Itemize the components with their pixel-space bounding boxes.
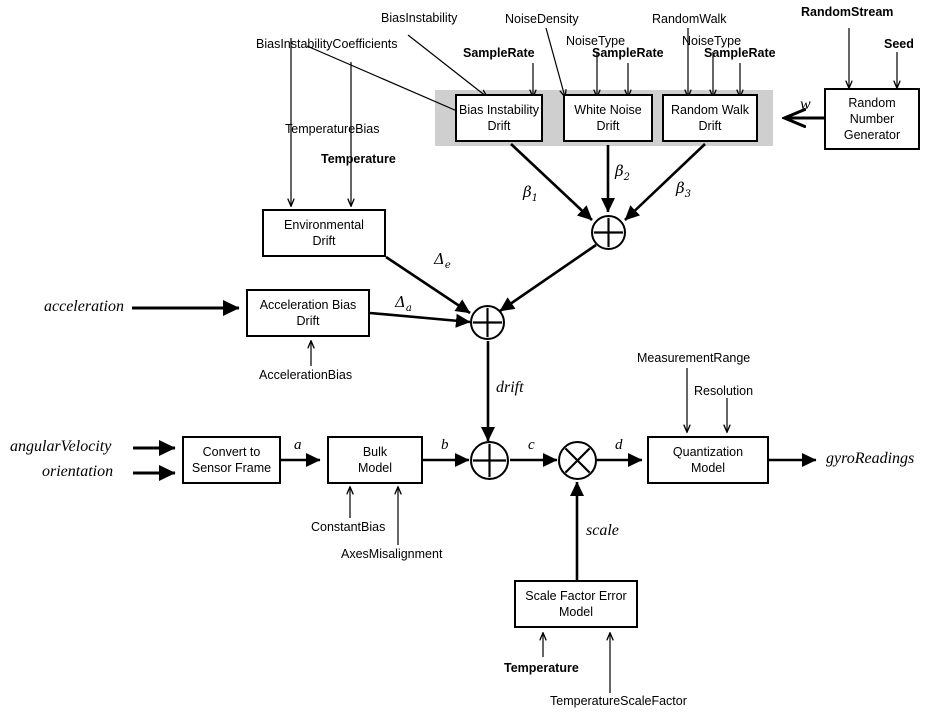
block-random-number-generator-label: Random Number Generator — [843, 95, 901, 143]
param-bias-instability-coefficients: BiasInstabilityCoefficients — [256, 37, 398, 51]
block-random-walk-drift-label: Random Walk Drift — [670, 102, 750, 133]
signal-a: a — [294, 437, 302, 453]
param-sample-rate-3: SampleRate — [704, 46, 776, 60]
signal-b: b — [441, 437, 449, 453]
signal-beta1: β1 — [523, 183, 539, 204]
block-bulk-model[interactable]: Bulk Model — [327, 436, 423, 484]
summation-node-drift-noise[interactable] — [591, 215, 626, 250]
signal-drift: drift — [496, 379, 524, 396]
plus-glyph-icon — [593, 217, 624, 248]
block-acceleration-bias-drift-label: Acceleration Bias Drift — [259, 297, 357, 328]
param-axes-misalignment: AxesMisalignment — [341, 547, 443, 561]
block-scale-factor-error-model[interactable]: Scale Factor Error Model — [514, 580, 638, 628]
signal-acceleration: acceleration — [44, 298, 124, 315]
block-quantization-model-label: Quantization Model — [672, 444, 744, 475]
param-resolution: Resolution — [694, 384, 754, 398]
block-random-walk-drift[interactable]: Random Walk Drift — [662, 94, 758, 142]
plus-glyph-icon — [472, 307, 503, 338]
param-bias-instability: BiasInstability — [381, 11, 458, 25]
block-bulk-model-label: Bulk Model — [357, 444, 393, 475]
block-environmental-drift[interactable]: Environmental Drift — [262, 209, 386, 257]
signal-delta-a: Δa — [395, 293, 412, 314]
param-sample-rate-1: SampleRate — [463, 46, 535, 60]
param-seed: Seed — [884, 37, 914, 51]
param-acceleration-bias: AccelerationBias — [259, 368, 353, 382]
block-bias-instability-drift[interactable]: Bias Instability Drift — [455, 94, 543, 142]
block-scale-factor-error-model-label: Scale Factor Error Model — [525, 588, 627, 619]
signal-scale: scale — [586, 522, 619, 539]
signal-c: c — [528, 437, 535, 453]
block-environmental-drift-label: Environmental Drift — [284, 217, 364, 248]
param-constant-bias: ConstantBias — [311, 520, 386, 534]
signal-orientation: orientation — [42, 463, 114, 480]
multiply-glyph-icon — [564, 447, 591, 474]
param-sample-rate-2: SampleRate — [592, 46, 664, 60]
param-random-stream: RandomStream — [801, 5, 894, 19]
param-noise-density: NoiseDensity — [505, 12, 579, 26]
signal-gyro-readings: gyroReadings — [826, 450, 915, 467]
block-acceleration-bias-drift[interactable]: Acceleration Bias Drift — [246, 289, 370, 337]
param-random-walk: RandomWalk — [652, 12, 727, 26]
block-diagram-canvas: Bias Instability Drift White Noise Drift… — [0, 0, 934, 714]
param-temperature-2: Temperature — [504, 661, 579, 675]
plus-glyph-icon — [472, 443, 507, 478]
summation-node-signal-plus-drift[interactable] — [470, 441, 509, 480]
block-quantization-model[interactable]: Quantization Model — [647, 436, 769, 484]
block-white-noise-drift-label: White Noise Drift — [574, 102, 642, 133]
block-bias-instability-drift-label: Bias Instability Drift — [459, 102, 539, 133]
param-measurement-range: MeasurementRange — [637, 351, 751, 365]
block-white-noise-drift[interactable]: White Noise Drift — [563, 94, 653, 142]
signal-d: d — [615, 437, 623, 453]
signal-beta2: β2 — [615, 162, 631, 183]
multiplication-node-scale[interactable] — [558, 441, 597, 480]
block-convert-to-sensor-frame[interactable]: Convert to Sensor Frame — [182, 436, 281, 484]
param-temperature-scale-factor: TemperatureScaleFactor — [550, 694, 687, 708]
param-temperature-1: Temperature — [321, 152, 396, 166]
block-random-number-generator[interactable]: Random Number Generator — [824, 88, 920, 150]
block-convert-to-sensor-frame-label: Convert to Sensor Frame — [191, 444, 272, 475]
summation-node-total-drift[interactable] — [470, 305, 505, 340]
signal-angular-velocity: angularVelocity — [10, 438, 112, 455]
signal-beta3: β3 — [676, 179, 692, 200]
signal-w: w — [800, 96, 811, 113]
param-temperature-bias: TemperatureBias — [285, 122, 380, 136]
signal-delta-e: Δe — [434, 250, 451, 271]
